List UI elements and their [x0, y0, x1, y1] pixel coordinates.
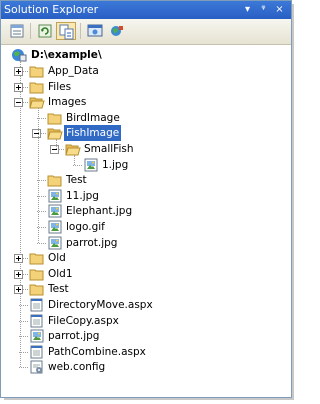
tree-item-old1[interactable]: Old1 — [1, 266, 289, 282]
tree-item-label: Old — [48, 252, 66, 265]
tree-item-label: 11.jpg — [66, 189, 99, 202]
folder-open-icon — [29, 97, 45, 109]
tree-item-smallfish[interactable]: SmallFish — [1, 141, 289, 157]
properties-button[interactable] — [7, 22, 27, 40]
folder-icon — [29, 284, 44, 296]
nest-files-icon — [59, 24, 74, 40]
tree-item-label: Images — [48, 96, 87, 109]
image-icon — [30, 329, 44, 343]
aspx-icon — [30, 314, 43, 328]
tree-item-parrot-jpg[interactable]: parrot.jpg — [1, 235, 289, 251]
expand-icon[interactable] — [14, 82, 23, 92]
tree-item-label: Old1 — [48, 267, 73, 280]
tree-item-images[interactable]: Images — [1, 94, 289, 110]
close-icon[interactable]: × — [273, 3, 286, 16]
image-icon — [48, 204, 62, 218]
tree-item-elephant-jpg[interactable]: Elephant.jpg — [1, 203, 289, 219]
tree-item-label: DirectoryMove.aspx — [48, 299, 153, 311]
expand-icon[interactable] — [14, 285, 23, 295]
root-label: D:\example\ — [31, 49, 102, 61]
tree-root[interactable]: D:\example\ — [5, 47, 285, 63]
copy-website-button[interactable] — [107, 22, 127, 40]
aspx-icon — [30, 298, 43, 312]
image-icon — [48, 189, 62, 203]
dropdown-arrow-icon[interactable]: ▾ — [241, 3, 254, 16]
pin-icon[interactable]: ᵠ — [257, 3, 270, 16]
folder-icon — [47, 175, 62, 187]
browser-icon — [87, 24, 103, 37]
tree-item-label: Test — [48, 283, 69, 296]
copy-website-icon — [111, 26, 123, 36]
solution-explorer-window: Solution Explorer ▾ ᵠ × D:\example\ App_… — [0, 0, 292, 398]
folder-icon — [29, 269, 44, 281]
folder-icon — [47, 113, 62, 125]
image-icon — [48, 236, 62, 250]
tree-connector — [73, 164, 82, 166]
tree-item-directorymove-aspx[interactable]: DirectoryMove.aspx — [1, 297, 289, 313]
properties-icon — [10, 24, 24, 38]
image-icon — [48, 220, 62, 234]
tree-connector — [19, 305, 28, 306]
folder-icon — [29, 66, 44, 78]
toolbar — [1, 19, 291, 45]
tree-connector — [19, 336, 28, 338]
tree-item-label: parrot.jpg — [66, 236, 118, 249]
website-icon — [12, 49, 27, 62]
tree-connector — [74, 155, 75, 165]
refresh-icon — [38, 24, 52, 38]
image-icon — [84, 158, 98, 172]
expand-icon[interactable] — [14, 269, 23, 279]
tree-item-app-data[interactable]: App_Data — [1, 63, 289, 79]
tree-item-test[interactable]: Test — [1, 172, 289, 188]
collapse-icon[interactable] — [50, 145, 59, 154]
tree-item-label: web.config — [48, 361, 106, 374]
refresh-button[interactable] — [35, 22, 55, 40]
expand-icon[interactable] — [14, 67, 23, 76]
folder-open-icon — [65, 144, 81, 156]
tree-item-label: 1.jpg — [102, 158, 129, 171]
solution-tree: D:\example\ App_Data Files Images BirdImage… — [1, 45, 291, 397]
tree-item-label: parrot.jpg — [48, 330, 100, 343]
tree-item-parrot-jpg[interactable]: parrot.jpg — [1, 328, 289, 344]
tree-item-label: BirdImage — [66, 111, 120, 124]
view-in-browser-button[interactable] — [85, 22, 105, 40]
folder-icon — [29, 253, 44, 265]
tree-item-label: PathCombine.aspx — [48, 345, 146, 358]
folder-icon — [29, 82, 44, 94]
tree-item-1-jpg[interactable]: 1.jpg — [1, 157, 289, 173]
folder-open-icon — [47, 128, 63, 140]
window-title: Solution Explorer — [4, 3, 99, 16]
tree-item-fishimage[interactable]: FishImage — [1, 125, 289, 142]
tree-connector — [38, 108, 39, 243]
tree-item-test[interactable]: Test — [1, 281, 289, 297]
nest-related-files-button[interactable] — [56, 22, 76, 40]
tree-item-label: Elephant.jpg — [66, 205, 133, 218]
tree-item-logo-gif[interactable]: logo.gif — [1, 219, 289, 235]
tree-item-old[interactable]: Old — [1, 250, 289, 266]
tree-item-label: SmallFish — [84, 143, 134, 155]
tree-item-pathcombine-aspx[interactable]: PathCombine.aspx — [1, 344, 289, 360]
tree-connector — [37, 242, 46, 244]
aspx-icon — [30, 345, 43, 359]
tree-item-label: App_Data — [48, 65, 99, 77]
tree-connector — [19, 351, 28, 353]
tree-item-web-config[interactable]: web.config — [1, 359, 289, 375]
tree-connector — [19, 320, 28, 322]
collapse-icon[interactable] — [32, 129, 41, 139]
tree-item-filecopy-aspx[interactable]: FileCopy.aspx — [1, 313, 289, 329]
expand-icon[interactable] — [14, 254, 23, 264]
config-icon — [30, 360, 43, 374]
tree-item-11-jpg[interactable]: 11.jpg — [1, 188, 289, 204]
tree-item-label: FishImage — [64, 125, 122, 142]
title-bar[interactable]: Solution Explorer ▾ ᵠ × — [1, 1, 291, 19]
tree-item-files[interactable]: Files — [1, 79, 289, 95]
tree-item-label: Files — [48, 80, 72, 93]
collapse-icon[interactable] — [14, 98, 23, 108]
tree-connector — [19, 367, 28, 369]
tree-item-label: logo.gif — [66, 221, 105, 233]
tree-item-label: FileCopy.aspx — [48, 314, 119, 327]
tree-item-label: Test — [66, 174, 87, 187]
tree-item-birdimage[interactable]: BirdImage — [1, 110, 289, 126]
tree-connector — [56, 139, 57, 149]
